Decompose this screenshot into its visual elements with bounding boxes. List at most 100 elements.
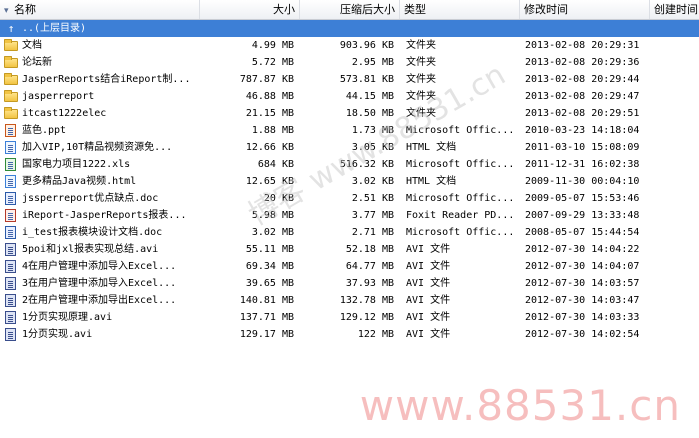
- file-row[interactable]: 3在用户管理中添加导入Excel... 39.65 MB 37.93 MB AVI 文…: [0, 275, 699, 292]
- file-name: 更多精品Java视频.html: [22, 176, 137, 187]
- file-size: 140.81 MB: [239, 295, 294, 306]
- file-row[interactable]: 4在用户管理中添加导入Excel... 69.34 MB 64.77 MB AVI 文…: [0, 258, 699, 275]
- column-compressed-header[interactable]: 压缩后大小: [300, 0, 400, 19]
- html-file-icon: [5, 175, 16, 188]
- folder-up-icon: ↑: [7, 22, 15, 35]
- compressed-size: 132.78 MB: [339, 295, 394, 306]
- file-row[interactable]: i_test报表模块设计文档.doc 3.02 MB 2.71 MB Microsof…: [0, 224, 699, 241]
- modified-time: 2011-03-10 15:08:09: [525, 142, 640, 153]
- parent-directory-row[interactable]: ↑ ..(上层目录): [0, 20, 699, 37]
- column-compressed-label: 压缩后大小: [340, 3, 395, 16]
- file-name-cell: iReport-JasperReports报表...: [4, 207, 198, 224]
- folder-icon: [4, 90, 18, 102]
- file-type: HTML 文档: [406, 142, 457, 153]
- file-name: 加入VIP,10T精品视频资源免...: [22, 142, 173, 153]
- file-size: 1.88 MB: [251, 125, 294, 136]
- modified-time: 2013-02-08 20:29:47: [525, 91, 640, 102]
- folder-icon: [4, 56, 18, 68]
- file-row[interactable]: iReport-JasperReports报表... 5.98 MB 3.77 MB…: [0, 207, 699, 224]
- word-file-icon: [5, 192, 16, 205]
- avi-file-icon: [5, 328, 16, 341]
- avi-file-icon: [5, 243, 16, 256]
- file-size: 5.72 MB: [251, 57, 294, 68]
- sort-arrow-icon: ▾: [4, 6, 9, 16]
- file-row[interactable]: 文档 4.99 MB 903.96 KB 文件夹 2013-02-08 20:29:31: [0, 37, 699, 54]
- file-name-cell: 3在用户管理中添加导入Excel...: [4, 275, 198, 292]
- compressed-size: 2.95 MB: [351, 57, 394, 68]
- modified-time: 2007-09-29 13:33:48: [525, 210, 640, 221]
- file-name: jasperreport: [22, 91, 95, 102]
- xls-file-icon: [5, 158, 16, 171]
- column-size-header[interactable]: 大小: [200, 0, 300, 19]
- column-header: ▾ 名称 大小 压缩后大小 类型 修改时间 创建时间: [0, 0, 699, 20]
- file-size: 787.87 KB: [239, 74, 294, 85]
- file-type: Microsoft Offic...: [406, 227, 515, 238]
- column-created-header[interactable]: 创建时间: [650, 0, 699, 19]
- compressed-size: 2.71 MB: [351, 227, 394, 238]
- modified-time: 2013-02-08 20:29:31: [525, 40, 640, 51]
- file-row[interactable]: jasperreport 46.88 MB 44.15 MB 文件夹 2013-02-0…: [0, 88, 699, 105]
- file-name: ..(上层目录): [22, 23, 87, 34]
- column-modified-header[interactable]: 修改时间: [520, 0, 650, 19]
- avi-file-icon: [5, 277, 16, 290]
- file-type: HTML 文档: [406, 176, 457, 187]
- file-row[interactable]: 5poi和jxl报表实现总结.avi 55.11 MB 52.18 MB AVI 文件…: [0, 241, 699, 258]
- file-row[interactable]: 1分页实现原理.avi 137.71 MB 129.12 MB AVI 文件 2012-…: [0, 309, 699, 326]
- file-name-cell: jssperreport优点缺点.doc: [4, 190, 198, 207]
- file-name-cell: 1分页实现.avi: [4, 326, 198, 343]
- modified-time: 2012-07-30 14:03:57: [525, 278, 640, 289]
- file-row[interactable]: 1分页实现.avi 129.17 MB 122 MB AVI 文件 2012-07-30…: [0, 326, 699, 343]
- file-type: AVI 文件: [406, 261, 451, 272]
- html-file-icon: [5, 141, 16, 154]
- file-name-cell: i_test报表模块设计文档.doc: [4, 224, 198, 241]
- file-row[interactable]: JasperReports结合iReport制... 787.87 KB 573.8…: [0, 71, 699, 88]
- file-size: 137.71 MB: [239, 312, 294, 323]
- file-name-cell: 国家电力项目1222.xls: [4, 156, 198, 173]
- modified-time: 2013-02-08 20:29:36: [525, 57, 640, 68]
- file-name: 5poi和jxl报表实现总结.avi: [22, 244, 159, 255]
- ppt-file-icon: [5, 124, 16, 137]
- file-name: jssperreport优点缺点.doc: [22, 193, 159, 204]
- file-name: 4在用户管理中添加导入Excel...: [22, 261, 177, 272]
- file-name-cell: 文档: [4, 37, 198, 54]
- modified-time: 2009-11-30 00:04:10: [525, 176, 640, 187]
- modified-time: 2013-02-08 20:29:51: [525, 108, 640, 119]
- file-name: i_test报表模块设计文档.doc: [22, 227, 163, 238]
- file-name-cell: 更多精品Java视频.html: [4, 173, 198, 190]
- modified-time: 2012-07-30 14:03:33: [525, 312, 640, 323]
- file-size: 3.02 MB: [251, 227, 294, 238]
- file-name: JasperReports结合iReport制...: [22, 74, 191, 85]
- file-size: 4.99 MB: [251, 40, 294, 51]
- file-row[interactable]: 2在用户管理中添加导出Excel... 140.81 MB 132.78 MB AVI…: [0, 292, 699, 309]
- file-name-cell: 5poi和jxl报表实现总结.avi: [4, 241, 198, 258]
- file-name-cell: itcast1222elec: [4, 105, 198, 122]
- modified-time: 2013-02-08 20:29:44: [525, 74, 640, 85]
- file-name-cell: 加入VIP,10T精品视频资源免...: [4, 139, 198, 156]
- file-size: 46.88 MB: [245, 91, 294, 102]
- file-row[interactable]: 论坛新 5.72 MB 2.95 MB 文件夹 2013-02-08 20:29:36: [0, 54, 699, 71]
- folder-icon: [4, 107, 18, 119]
- column-type-label: 类型: [404, 3, 426, 16]
- folder-icon: [4, 39, 18, 51]
- file-name-cell: 蓝色.ppt: [4, 122, 198, 139]
- file-name: 1分页实现.avi: [22, 329, 93, 340]
- compressed-size: 37.93 MB: [345, 278, 394, 289]
- file-name: 文档: [22, 40, 42, 51]
- file-type: [406, 20, 518, 37]
- column-type-header[interactable]: 类型: [400, 0, 520, 19]
- pdf-file-icon: [5, 209, 16, 222]
- column-name-header[interactable]: ▾ 名称: [0, 0, 200, 19]
- file-row[interactable]: jssperreport优点缺点.doc 20 KB 2.51 KB Microsof…: [0, 190, 699, 207]
- compressed-size: 52.18 MB: [345, 244, 394, 255]
- file-name-cell: 2在用户管理中添加导出Excel...: [4, 292, 198, 309]
- file-name: 3在用户管理中添加导入Excel...: [22, 278, 177, 289]
- modified-time: 2009-05-07 15:53:46: [525, 193, 640, 204]
- file-type: AVI 文件: [406, 329, 451, 340]
- modified-time: 2011-12-31 16:02:38: [525, 159, 640, 170]
- file-size: 129.17 MB: [239, 329, 294, 340]
- file-name: 论坛新: [22, 57, 52, 68]
- file-row[interactable]: itcast1222elec 21.15 MB 18.50 MB 文件夹 2013-02…: [0, 105, 699, 122]
- file-name-cell: jasperreport: [4, 88, 198, 105]
- file-size: 12.66 KB: [245, 142, 294, 153]
- compressed-size: 44.15 MB: [345, 91, 394, 102]
